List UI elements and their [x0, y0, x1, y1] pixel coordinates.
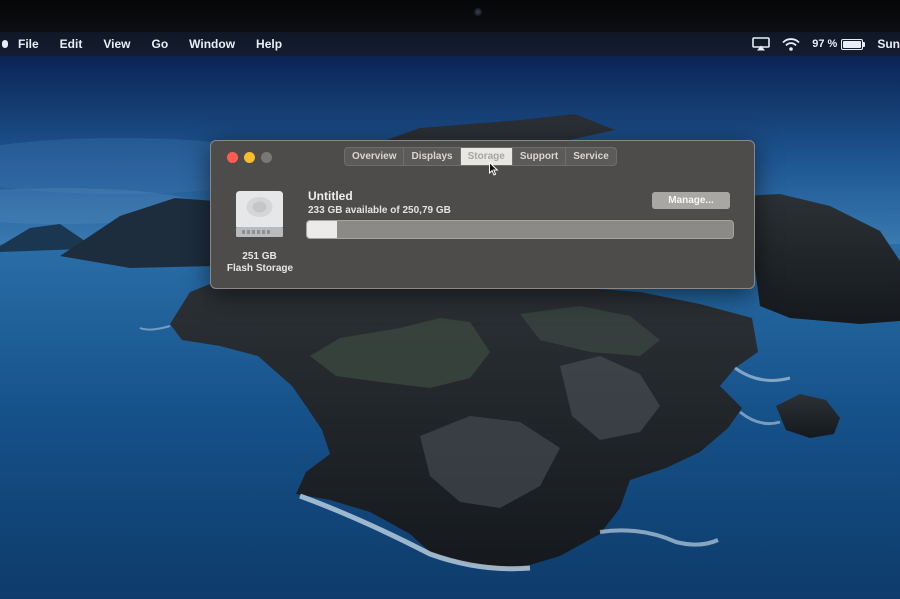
tab-displays[interactable]: Displays — [404, 148, 461, 165]
tab-overview[interactable]: Overview — [345, 148, 405, 165]
window-titlebar[interactable]: Overview Displays Storage Support Servic… — [211, 141, 754, 176]
apple-menu-icon[interactable] — [0, 32, 14, 56]
webcam — [474, 8, 482, 16]
storage-used-segment — [307, 221, 337, 238]
wallpaper-island-art — [0, 56, 900, 599]
battery-percent: 97 % — [812, 38, 838, 50]
storage-usage-bar — [306, 220, 734, 239]
menu-bar: File Edit View Go Window Help 97 % Sun — [0, 32, 900, 56]
airplay-icon[interactable] — [752, 37, 771, 51]
minimize-button[interactable] — [244, 152, 255, 163]
about-this-mac-window: Overview Displays Storage Support Servic… — [210, 140, 755, 289]
volume-name: Untitled — [308, 189, 353, 203]
menu-view[interactable]: View — [101, 32, 132, 56]
wifi-icon[interactable] — [782, 37, 800, 51]
close-button[interactable] — [227, 152, 238, 163]
clock-day[interactable]: Sun — [877, 37, 900, 51]
volume-availability: 233 GB available of 250,79 GB — [308, 205, 451, 216]
menu-window[interactable]: Window — [187, 32, 237, 56]
screen-bezel — [0, 0, 900, 32]
desktop-wallpaper — [0, 56, 900, 599]
disk-type-label: Flash Storage — [226, 263, 294, 274]
menu-bar-menus: File Edit View Go Window Help — [0, 32, 284, 56]
tab-storage[interactable]: Storage — [460, 148, 513, 165]
mouse-pointer-icon — [489, 162, 499, 176]
menu-edit[interactable]: Edit — [58, 32, 85, 56]
tab-support[interactable]: Support — [513, 148, 567, 165]
menu-help[interactable]: Help — [254, 32, 284, 56]
menu-bar-status: 97 % Sun — [752, 32, 900, 56]
battery-level — [843, 40, 861, 48]
tab-bar: Overview Displays Storage Support Servic… — [344, 147, 617, 166]
disk-capacity-label: 251 GB — [242, 251, 277, 262]
zoom-button[interactable] — [261, 152, 272, 163]
menu-file[interactable]: File — [16, 32, 41, 56]
hard-drive-icon — [236, 191, 283, 237]
tab-service[interactable]: Service — [566, 148, 616, 165]
manage-button[interactable]: Manage... — [652, 192, 730, 209]
menu-go[interactable]: Go — [149, 32, 170, 56]
battery-icon[interactable] — [841, 38, 866, 50]
